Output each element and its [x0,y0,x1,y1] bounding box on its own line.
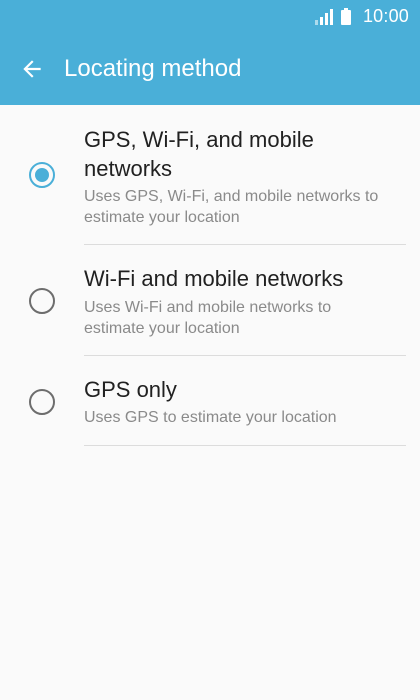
option-description: Uses Wi-Fi and mobile networks to estima… [84,299,332,337]
battery-icon [340,8,351,25]
option-title: Wi-Fi and mobile networks [84,266,344,291]
option-description: Uses GPS, Wi-Fi, and mobile networks to … [84,188,379,226]
option-gps-wifi-mobile[interactable]: GPS, Wi-Fi, and mobile networks Uses GPS… [0,105,420,245]
arrow-left-icon [23,60,41,78]
status-time: 10:00 [362,6,409,26]
option-title: GPS, Wi-Fi, and mobile networks [84,127,314,181]
option-wifi-mobile[interactable]: Wi-Fi and mobile networks Uses Wi-Fi and… [0,245,420,356]
app-bar: Locating method [0,33,420,105]
option-title: GPS only [84,377,177,402]
radio-button-selected[interactable] [28,162,55,188]
option-description: Uses GPS to estimate your location [84,409,337,426]
status-icons: 10:00 [314,6,409,27]
screen: 10:00 Locating method GPS, Wi-Fi, and mo… [0,0,420,700]
page-title: Locating method [64,55,242,82]
back-button[interactable] [8,45,56,93]
locating-method-options: GPS, Wi-Fi, and mobile networks Uses GPS… [0,105,420,446]
radio-dot [34,168,49,182]
status-bar: 10:00 [0,0,420,33]
option-gps-only[interactable]: GPS only Uses GPS to estimate your locat… [0,356,420,446]
radio-button[interactable] [28,389,55,415]
radio-button[interactable] [28,288,55,314]
signal-icon [314,8,333,25]
